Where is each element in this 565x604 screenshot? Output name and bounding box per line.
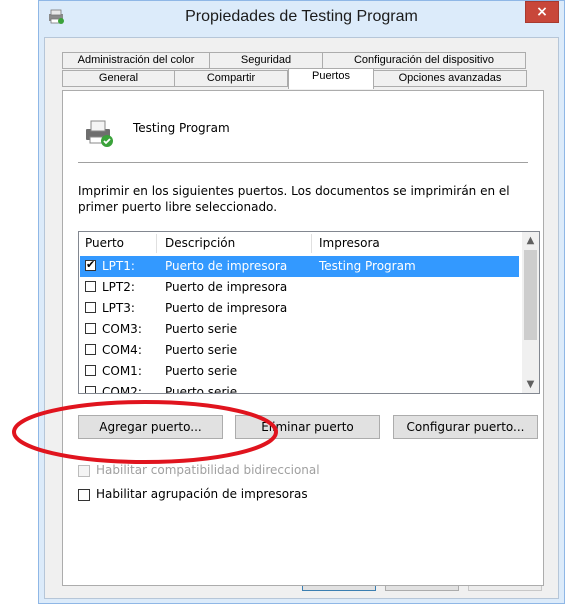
add-port-button[interactable]: Agregar puerto... [78,415,223,439]
table-row[interactable]: LPT2: Puerto de impresora [80,277,519,298]
port-description: Puerto de impresora [165,259,288,273]
ports-tab-panel: Testing Program Imprimir en los siguient… [62,90,544,586]
port-checkbox[interactable] [85,365,96,376]
window-title: Propiedades de Testing Program [185,8,418,25]
port-name: LPT3: [102,301,135,315]
port-name: COM2: [102,385,142,394]
port-printer: Testing Program [319,259,416,273]
port-checkbox[interactable] [85,344,96,355]
tab-seguridad[interactable]: Seguridad [209,52,323,69]
table-row[interactable]: COM4: Puerto serie [80,340,519,361]
vertical-scrollbar[interactable]: ▲ ▼ [522,232,539,393]
column-divider[interactable] [156,234,157,253]
scroll-down-icon[interactable]: ▼ [522,376,539,393]
port-description: Puerto serie [165,343,238,357]
delete-port-button[interactable]: Eliminar puerto [235,415,380,439]
title-bar[interactable]: Propiedades de Testing Program × [39,1,564,37]
port-name: LPT2: [102,280,135,294]
port-checkbox[interactable] [85,386,96,393]
pooling-label: Habilitar agrupación de impresoras [96,487,308,501]
tab-administracion-color[interactable]: Administración del color [62,52,210,69]
port-description: Puerto serie [165,364,238,378]
table-row[interactable]: ✔ LPT1: Puerto de impresora Testing Program [80,256,519,277]
port-name: COM4: [102,343,142,357]
port-description: Puerto de impresora [165,301,288,315]
port-name: COM1: [102,364,142,378]
printer-name: Testing Program [133,121,230,135]
tab-opciones-avanzadas[interactable]: Opciones avanzadas [373,70,527,87]
column-header-port[interactable]: Puerto [85,236,124,250]
close-button[interactable]: × [525,1,559,23]
table-row[interactable]: COM1: Puerto serie [80,361,519,382]
list-header: Puerto Descripción Impresora [79,232,519,256]
table-row[interactable]: COM3: Puerto serie [80,319,519,340]
port-checkbox[interactable] [85,281,96,292]
tab-general[interactable]: General [62,70,175,87]
properties-window: Propiedades de Testing Program × Adminis… [38,0,565,604]
bidirectional-checkbox[interactable] [78,465,90,477]
port-name: LPT1: [102,259,135,273]
port-checkbox[interactable] [85,302,96,313]
configure-port-button[interactable]: Configurar puerto... [393,415,538,439]
port-description: Puerto serie [165,322,238,336]
printer-icon [86,120,113,147]
port-description: Puerto de impresora [165,280,288,294]
table-row[interactable]: LPT3: Puerto de impresora [80,298,519,319]
pooling-checkbox[interactable] [78,489,90,501]
port-description: Puerto serie [165,385,238,394]
tab-puertos[interactable]: Puertos [288,68,374,89]
bidirectional-label: Habilitar compatibilidad bidireccional [96,463,320,477]
tab-compartir[interactable]: Compartir [174,70,288,87]
table-row[interactable]: COM2: Puerto serie [80,382,519,394]
ports-list[interactable]: Puerto Descripción Impresora ✔ LPT1: Puert… [78,231,540,394]
checkmark-icon: ✔ [86,258,96,271]
dialog-body: Administración del color Seguridad Confi… [44,37,559,599]
port-checkbox[interactable]: ✔ [85,258,96,271]
ports-description: Imprimir en los siguientes puertos. Los … [78,184,510,214]
column-divider[interactable] [311,234,312,253]
tab-configuracion-dispositivo[interactable]: Configuración del dispositivo [322,52,526,69]
scroll-up-icon[interactable]: ▲ [522,232,539,249]
port-checkbox[interactable] [85,323,96,334]
column-header-description[interactable]: Descripción [165,236,235,250]
separator [78,162,528,163]
port-name: COM3: [102,322,142,336]
scroll-thumb[interactable] [524,250,537,340]
column-header-printer[interactable]: Impresora [319,236,380,250]
